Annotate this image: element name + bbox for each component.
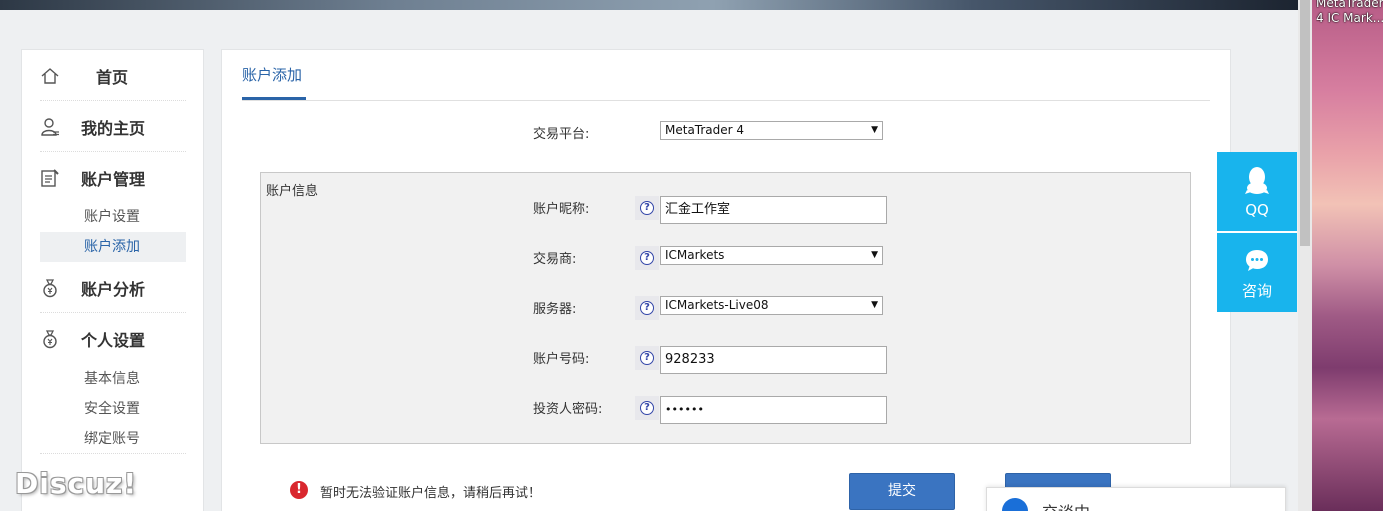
account-number-label: 账户号码: <box>533 352 590 367</box>
user-icon <box>41 118 59 136</box>
investor-password-help-icon[interactable]: ? <box>635 396 659 420</box>
fieldset-legend: 账户信息 <box>266 184 319 199</box>
server-help-icon[interactable]: ? <box>635 296 659 320</box>
server-select[interactable]: ICMarkets-Live08 ▼ <box>660 296 883 315</box>
investor-password-input[interactable]: •••••• <box>660 396 887 424</box>
tab-divider <box>242 100 1210 101</box>
dropdown-arrow-icon: ▼ <box>871 250 878 260</box>
sidebar-subitem-account-add[interactable]: 账户添加 <box>40 232 186 262</box>
help-glyph: ? <box>640 251 654 265</box>
qq-button[interactable]: QQ <box>1217 152 1297 231</box>
nickname-label: 账户昵称: <box>533 202 590 217</box>
desktop-label-line-2: 4 IC Mark... <box>1316 11 1383 25</box>
desktop-background <box>1312 0 1383 511</box>
platform-select[interactable]: MetaTrader 4 ▼ <box>660 121 883 140</box>
sidebar-item-account-analysis[interactable]: 账户分析 <box>40 263 186 313</box>
chat-popup[interactable]: 交谈中 <box>986 487 1286 511</box>
main-panel: 账户添加 交易平台: MetaTrader 4 ▼ 账户信息 账户昵称: ? 汇… <box>221 49 1231 511</box>
money-bag-icon <box>43 279 57 298</box>
chat-status: 交谈中 <box>1042 499 1090 511</box>
nickname-input[interactable]: 汇金工作室 <box>660 196 887 224</box>
error-icon: ! <box>290 481 308 499</box>
broker-help-icon[interactable]: ? <box>635 246 659 270</box>
sidebar-item-label: 账户分析 <box>81 279 146 299</box>
investor-password-label: 投资人密码: <box>533 402 603 417</box>
sidebar: 首页 我的主页 账户管理 账户设置 账户添加 账户分析 个人设置 基本信息 安全… <box>21 49 204 511</box>
desktop-shortcut-label[interactable]: MetaTrader 4 IC Mark... <box>1316 0 1383 26</box>
chat-avatar-icon <box>1002 498 1028 511</box>
sidebar-item-label: 账户管理 <box>81 170 146 189</box>
submit-button[interactable]: 提交 <box>849 473 955 510</box>
money-bag-icon <box>43 330 57 349</box>
platform-label: 交易平台: <box>533 127 590 142</box>
sidebar-subitem-bind-account[interactable]: 绑定账号 <box>40 424 186 454</box>
sidebar-item-personal-settings[interactable]: 个人设置 <box>40 314 186 364</box>
broker-select-value: ICMarkets <box>665 248 725 262</box>
consult-label: 咨询 <box>1241 282 1272 300</box>
dropdown-arrow-icon: ▼ <box>871 300 878 310</box>
sidebar-item-label: 个人设置 <box>81 331 146 350</box>
dropdown-arrow-icon: ▼ <box>871 125 878 135</box>
help-glyph: ? <box>640 201 654 215</box>
help-glyph: ? <box>640 351 654 365</box>
broker-select[interactable]: ICMarkets ▼ <box>660 246 883 265</box>
floating-contact-panel: QQ 咨询 <box>1217 152 1297 312</box>
server-select-value: ICMarkets-Live08 <box>665 298 769 312</box>
edit-list-icon <box>41 169 59 187</box>
nickname-help-icon[interactable]: ? <box>635 196 659 220</box>
help-glyph: ? <box>640 401 654 415</box>
account-number-input[interactable]: 928233 <box>660 346 887 374</box>
qq-label: QQ <box>1245 201 1269 219</box>
sidebar-subitem-account-settings[interactable]: 账户设置 <box>40 202 186 232</box>
sidebar-item-label: 我的主页 <box>81 118 146 138</box>
tab-account-add[interactable]: 账户添加 <box>242 64 302 85</box>
discuz-watermark: Discuz! <box>15 467 138 500</box>
chat-bubble-icon <box>1246 250 1268 271</box>
account-number-help-icon[interactable]: ? <box>635 346 659 370</box>
sidebar-item-my-page[interactable]: 我的主页 <box>40 102 186 152</box>
qq-penguin-icon <box>1245 167 1269 194</box>
broker-label: 交易商: <box>533 252 577 267</box>
server-label: 服务器: <box>533 302 577 317</box>
sidebar-item-home[interactable]: 首页 <box>40 51 186 101</box>
error-message: 暂时无法验证账户信息，请稍后再试！ <box>320 486 542 501</box>
desktop-label-line-1: MetaTrader <box>1316 0 1383 10</box>
sidebar-subitem-security-settings[interactable]: 安全设置 <box>40 394 186 424</box>
home-icon <box>41 68 59 84</box>
help-glyph: ? <box>640 301 654 315</box>
sidebar-item-account-management[interactable]: 账户管理 <box>40 153 186 203</box>
scrollbar-thumb[interactable] <box>1300 0 1310 246</box>
top-banner <box>0 0 1298 10</box>
consult-button[interactable]: 咨询 <box>1217 233 1297 312</box>
sidebar-subitem-basic-info[interactable]: 基本信息 <box>40 364 186 394</box>
platform-select-value: MetaTrader 4 <box>665 123 745 137</box>
sidebar-item-label: 首页 <box>96 67 129 87</box>
